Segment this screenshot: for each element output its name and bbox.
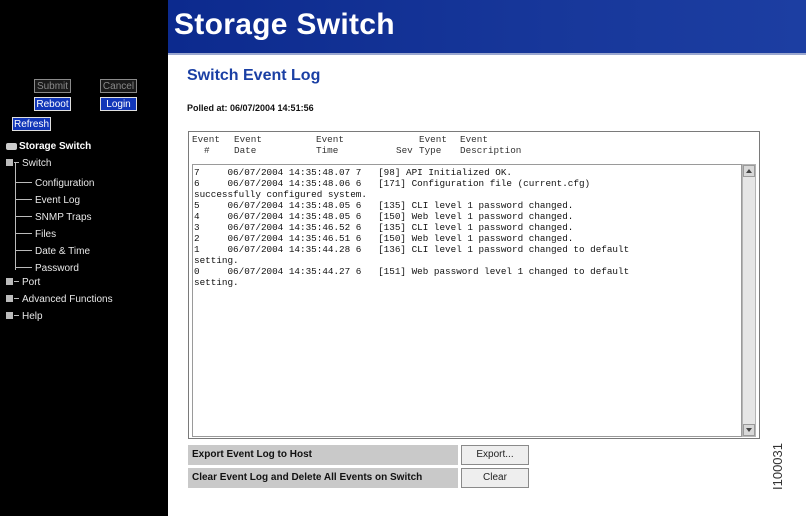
col-event-time-line2: Time — [316, 145, 339, 156]
log-line: 3 06/07/2004 14:35:46.52 6 [135] CLI lev… — [194, 222, 574, 233]
log-line: 1 06/07/2004 14:35:44.28 6 [136] CLI lev… — [194, 244, 630, 255]
clear-log-label: Clear Event Log and Delete All Events on… — [188, 468, 458, 488]
tree-connector — [15, 225, 32, 234]
tree-connector — [14, 281, 19, 282]
tree-item-snmp-traps[interactable]: SNMP Traps — [15, 208, 92, 223]
storage-disk-icon — [6, 143, 17, 150]
tree-item-port[interactable]: Port — [6, 276, 40, 290]
tree-item-password[interactable]: Password — [15, 259, 79, 274]
tree-connector — [14, 298, 19, 299]
submit-button[interactable]: Submit — [34, 79, 71, 93]
page-title: Switch Event Log — [187, 67, 321, 84]
tree-item-files-label: Files — [35, 229, 57, 240]
tree-connector — [14, 162, 19, 163]
tree-item-files[interactable]: Files — [15, 225, 57, 240]
tree-item-switch[interactable]: Switch — [6, 157, 51, 171]
tree-item-password-label: Password — [35, 263, 79, 274]
tree-item-configuration[interactable]: Configuration — [15, 174, 95, 189]
header-divider — [168, 53, 806, 55]
export-button[interactable]: Export... — [461, 445, 529, 465]
col-event-number-line1: Event — [192, 134, 220, 145]
tree-item-switch-label: Switch — [22, 158, 52, 169]
app-header: Storage Switch — [168, 0, 806, 53]
tree-item-help[interactable]: Help — [6, 310, 43, 324]
clear-button[interactable]: Clear — [461, 468, 529, 488]
log-line: 6 06/07/2004 14:35:48.06 6 [171] Configu… — [194, 178, 591, 189]
log-line: 7 06/07/2004 14:35:48.07 7 [98] API Init… — [194, 167, 513, 178]
log-line: 5 06/07/2004 14:35:48.05 6 [135] CLI lev… — [194, 200, 574, 211]
tree-item-snmp-traps-label: SNMP Traps — [35, 212, 92, 223]
col-event-type-line2: Type — [419, 145, 442, 156]
login-button[interactable]: Login — [100, 97, 137, 111]
tree-item-date-time[interactable]: Date & Time — [15, 242, 91, 257]
cancel-button[interactable]: Cancel — [100, 79, 137, 93]
log-line: 0 06/07/2004 14:35:44.27 6 [151] Web pas… — [194, 266, 630, 277]
folder-node-icon — [6, 278, 13, 285]
folder-node-icon — [6, 295, 13, 302]
log-scrollbar[interactable] — [742, 164, 756, 437]
col-event-description-line1: Event — [460, 134, 488, 145]
col-event-number-line2: # — [204, 145, 210, 156]
tree-connector — [15, 191, 32, 200]
log-line: 2 06/07/2004 14:35:46.51 6 [150] Web lev… — [194, 233, 574, 244]
tree-item-configuration-label: Configuration — [35, 178, 95, 189]
reboot-button[interactable]: Reboot — [34, 97, 71, 111]
sidebar: Submit Cancel Reboot Login Refresh Stora… — [0, 0, 168, 516]
event-log-column-headers: Event # Event Date Event Time Sev Event … — [189, 132, 759, 161]
polled-timestamp: Polled at: 06/07/2004 14:51:56 — [187, 103, 314, 113]
col-event-description-line2: Description — [460, 145, 522, 156]
scroll-up-arrow-icon[interactable] — [743, 165, 755, 177]
col-event-date-line1: Event — [234, 134, 262, 145]
event-log-list[interactable]: 7 06/07/2004 14:35:48.07 7 [98] API Init… — [192, 164, 742, 437]
figure-id: I100031 — [770, 443, 785, 490]
log-line: setting. — [194, 277, 239, 288]
tree-item-port-label: Port — [22, 277, 41, 288]
folder-node-icon — [6, 159, 13, 166]
tree-item-date-time-label: Date & Time — [35, 246, 91, 257]
tree-item-advanced-functions[interactable]: Advanced Functions — [6, 293, 113, 307]
col-event-time-line1: Event — [316, 134, 344, 145]
col-event-type-line1: Event — [419, 134, 447, 145]
log-line: successfully configured system. — [194, 189, 367, 200]
refresh-button[interactable]: Refresh — [12, 117, 51, 131]
tree-root-storage-switch[interactable]: Storage Switch — [6, 140, 91, 154]
tree-item-event-log-label: Event Log — [35, 195, 81, 206]
scroll-down-arrow-icon[interactable] — [743, 424, 755, 436]
tree-root-label: Storage Switch — [19, 141, 92, 152]
export-log-label: Export Event Log to Host — [188, 445, 458, 465]
tree-connector — [14, 315, 19, 316]
tree-connector — [15, 174, 32, 183]
event-log-panel: Event # Event Date Event Time Sev Event … — [188, 131, 760, 439]
tree-connector — [15, 259, 32, 268]
tree-connector — [15, 208, 32, 217]
col-severity: Sev — [396, 145, 413, 156]
folder-node-icon — [6, 312, 13, 319]
tree-item-advanced-label: Advanced Functions — [22, 294, 113, 305]
tree-connector — [15, 242, 32, 251]
tree-item-event-log[interactable]: Event Log — [15, 191, 81, 206]
col-event-date-line2: Date — [234, 145, 257, 156]
log-line: setting. — [194, 255, 239, 266]
app-title: Storage Switch — [174, 8, 395, 41]
tree-item-help-label: Help — [22, 311, 43, 322]
log-line: 4 06/07/2004 14:35:48.05 6 [150] Web lev… — [194, 211, 574, 222]
